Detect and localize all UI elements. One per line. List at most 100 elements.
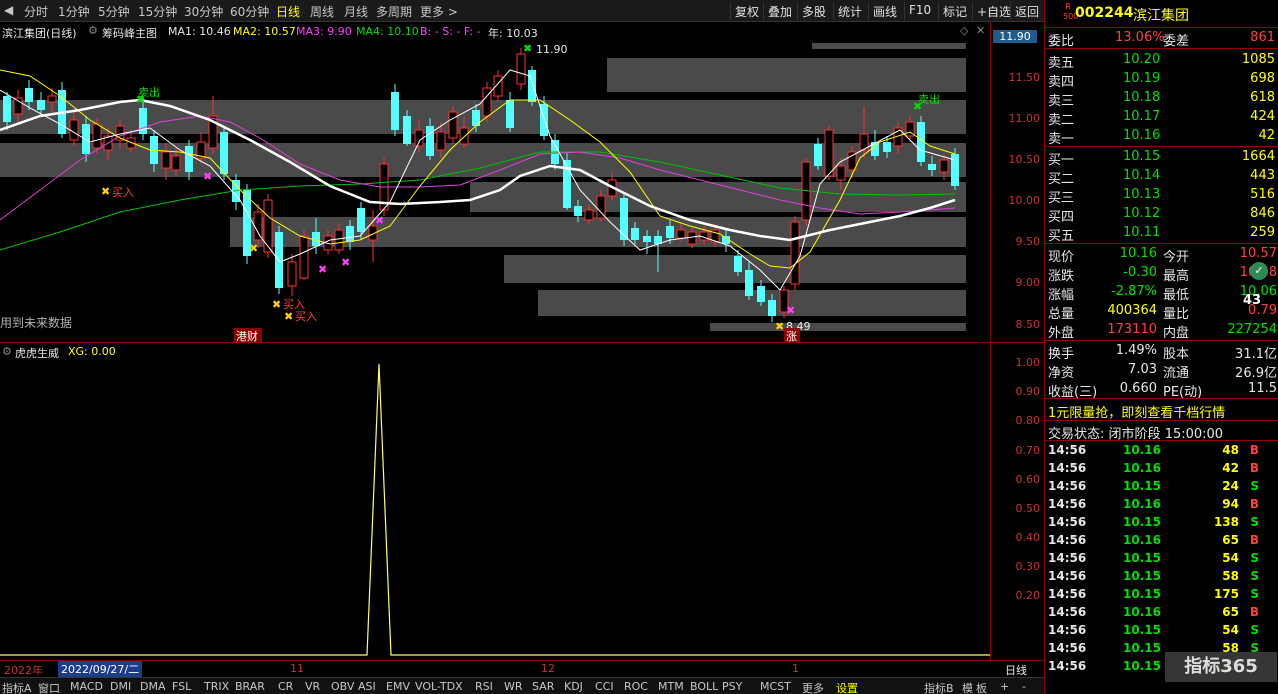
- indicator-tab[interactable]: RSI: [475, 680, 493, 693]
- indicator-tab[interactable]: DMA: [140, 680, 166, 693]
- candle-body: [459, 127, 469, 145]
- f10-button[interactable]: F10: [904, 2, 935, 20]
- quote-panel: R 500 002244 滨江集团 委比 13.06% 委差 861 卖五 10.…: [1044, 0, 1278, 694]
- indicator-tab[interactable]: MACD: [70, 680, 103, 693]
- ask-row[interactable]: 卖五 10.20 1085: [1045, 51, 1278, 71]
- sub-indicator-chart[interactable]: [0, 342, 990, 660]
- indicator-tab[interactable]: WR: [504, 680, 523, 693]
- sub-tick: 0.50: [1015, 502, 1041, 515]
- bid-row[interactable]: 买一 10.15 1664: [1045, 148, 1278, 168]
- overlay-button[interactable]: 叠加: [763, 2, 796, 20]
- indicator-tab[interactable]: SAR: [532, 680, 554, 693]
- return-button[interactable]: 返回: [1010, 2, 1043, 20]
- tab-15min[interactable]: 15分钟: [138, 3, 177, 20]
- add-watchlist-button[interactable]: +自选: [972, 2, 1015, 20]
- indicator-tab[interactable]: BRAR: [235, 680, 265, 693]
- bid-row[interactable]: 买二 10.14 443: [1045, 167, 1278, 187]
- event-badge-2[interactable]: 涨: [786, 330, 797, 342]
- indicator-tab[interactable]: VOL-TDX: [415, 680, 463, 693]
- month-label: 11: [290, 662, 304, 675]
- tab-multi-period[interactable]: 多周期: [376, 3, 412, 20]
- stats-button[interactable]: 统计: [833, 2, 866, 20]
- promo-banner[interactable]: 1元限量抢，即刻查看千档行情: [1048, 402, 1225, 421]
- event-badge-1[interactable]: 港财: [236, 329, 258, 342]
- ma2-value: MA2: 10.57: [233, 25, 296, 38]
- bid-row[interactable]: 买三 10.13 516: [1045, 186, 1278, 206]
- indicator-info-bar: 滨江集团(日线) ⚙ 筹码峰主图 MA1: 10.46 MA2: 10.57 M…: [0, 23, 990, 40]
- indicator-tab[interactable]: KDJ: [564, 680, 583, 693]
- close-icon[interactable]: ✕: [976, 24, 985, 37]
- candle-body: [220, 132, 228, 174]
- indicator-tab[interactable]: ROC: [624, 680, 648, 693]
- tab-60min[interactable]: 60分钟: [230, 3, 269, 20]
- candle-body: [734, 256, 742, 272]
- indicator-tab[interactable]: VR: [305, 680, 320, 693]
- stock-name: 滨江集团: [1133, 8, 1189, 24]
- tick-trade-row: 14:56 10.15 54 S: [1048, 623, 1259, 637]
- tab-5min[interactable]: 5分钟: [98, 3, 130, 20]
- indicator-tab[interactable]: TRIX: [204, 680, 229, 693]
- indicator-tab[interactable]: ASI: [358, 680, 376, 693]
- tick-trade-row: 14:56 10.16 65 B: [1048, 605, 1259, 619]
- tick-trade-row: 14:56 10.15 58 S: [1048, 569, 1259, 583]
- tab-30min[interactable]: 30分钟: [184, 3, 223, 20]
- candle: [287, 254, 297, 296]
- candle-body: [676, 229, 686, 239]
- period-toolbar: ◀ 分时 1分钟 5分钟 15分钟 30分钟 60分钟 日线 周线 月线 多周期…: [0, 0, 1044, 22]
- tab-weekly[interactable]: 周线: [310, 3, 334, 20]
- indicator-tab[interactable]: 窗口: [38, 680, 60, 694]
- indicator-tab[interactable]: CCI: [595, 680, 614, 693]
- tab-fenshi[interactable]: 分时: [24, 3, 48, 20]
- candle: [220, 128, 228, 180]
- indicator-tab[interactable]: MTM: [658, 680, 684, 693]
- fuquan-button[interactable]: 复权: [730, 2, 763, 20]
- candle: [801, 158, 811, 226]
- candle-body: [346, 226, 354, 242]
- bid-row[interactable]: 买五 10.11 259: [1045, 224, 1278, 244]
- diamond-icon[interactable]: ◇: [960, 24, 968, 37]
- indicator-right-tab[interactable]: 板: [976, 680, 987, 694]
- indicator-tab[interactable]: DMI: [110, 680, 131, 693]
- price-tick: 10.00: [1008, 194, 1041, 207]
- month-label: 12: [541, 662, 555, 675]
- candle-body: [516, 53, 526, 85]
- tab-monthly[interactable]: 月线: [344, 3, 368, 20]
- indicator-tab[interactable]: FSL: [172, 680, 191, 693]
- chip-bar: [812, 43, 966, 49]
- indicator-tab[interactable]: OBV: [331, 680, 354, 693]
- indicator-name[interactable]: 筹码峰主图: [102, 25, 157, 41]
- indicator-tab[interactable]: PSY: [722, 680, 742, 693]
- shield-check-icon[interactable]: ✓: [1250, 262, 1268, 280]
- price-axis: 11.90 11.50 11.00 10.50 10.00 9.50 9.00 …: [990, 22, 1045, 662]
- indicator-right-tab[interactable]: +: [1000, 680, 1009, 693]
- ask-row[interactable]: 卖一 10.16 42: [1045, 127, 1278, 147]
- indicator-tab[interactable]: EMV: [386, 680, 410, 693]
- indicator-right-tab[interactable]: -: [1022, 680, 1026, 693]
- cursor-date: 2022/09/27/二: [58, 661, 143, 677]
- draw-line-button[interactable]: 画线: [868, 2, 901, 20]
- indicator-tab[interactable]: 指标A: [2, 680, 32, 694]
- stat-row: 外盘 173110 内盘 227254: [1048, 322, 1277, 341]
- bid-row[interactable]: 买四 10.12 846: [1045, 205, 1278, 225]
- ma3-value: MA3: 9.90: [296, 25, 352, 38]
- stat2-row: 收益(三) 0.660 PE(动) 11.5: [1048, 381, 1277, 400]
- tab-more[interactable]: 更多 >: [420, 3, 458, 20]
- tab-daily[interactable]: 日线: [276, 3, 300, 20]
- back-arrow-icon[interactable]: ◀: [4, 3, 13, 17]
- ask-row[interactable]: 卖三 10.18 618: [1045, 89, 1278, 109]
- indicator-tab[interactable]: 设置: [836, 680, 858, 694]
- main-kline-chart[interactable]: 卖出 ✖ 卖出 ✖ ✖ 11.90 ✖ 买入 ✖ ✖ 买入 ✖ 买入 ✖ ✖ ✖…: [0, 40, 990, 342]
- candle-body: [161, 151, 171, 169]
- indicator-right-tab[interactable]: 指标B: [924, 680, 954, 694]
- tab-1min[interactable]: 1分钟: [58, 3, 90, 20]
- indicator-right-tab[interactable]: 模: [962, 680, 973, 694]
- multi-stock-button[interactable]: 多股: [797, 2, 830, 20]
- settings-gear-icon[interactable]: ⚙: [88, 24, 98, 37]
- ask-row[interactable]: 卖四 10.19 698: [1045, 70, 1278, 90]
- indicator-tab[interactable]: BOLL: [690, 680, 718, 693]
- indicator-tab[interactable]: 更多: [802, 680, 824, 694]
- indicator-tab[interactable]: CR: [278, 680, 293, 693]
- mark-button[interactable]: 标记: [938, 2, 971, 20]
- ask-row[interactable]: 卖二 10.17 424: [1045, 108, 1278, 128]
- indicator-tab[interactable]: MCST: [760, 680, 791, 693]
